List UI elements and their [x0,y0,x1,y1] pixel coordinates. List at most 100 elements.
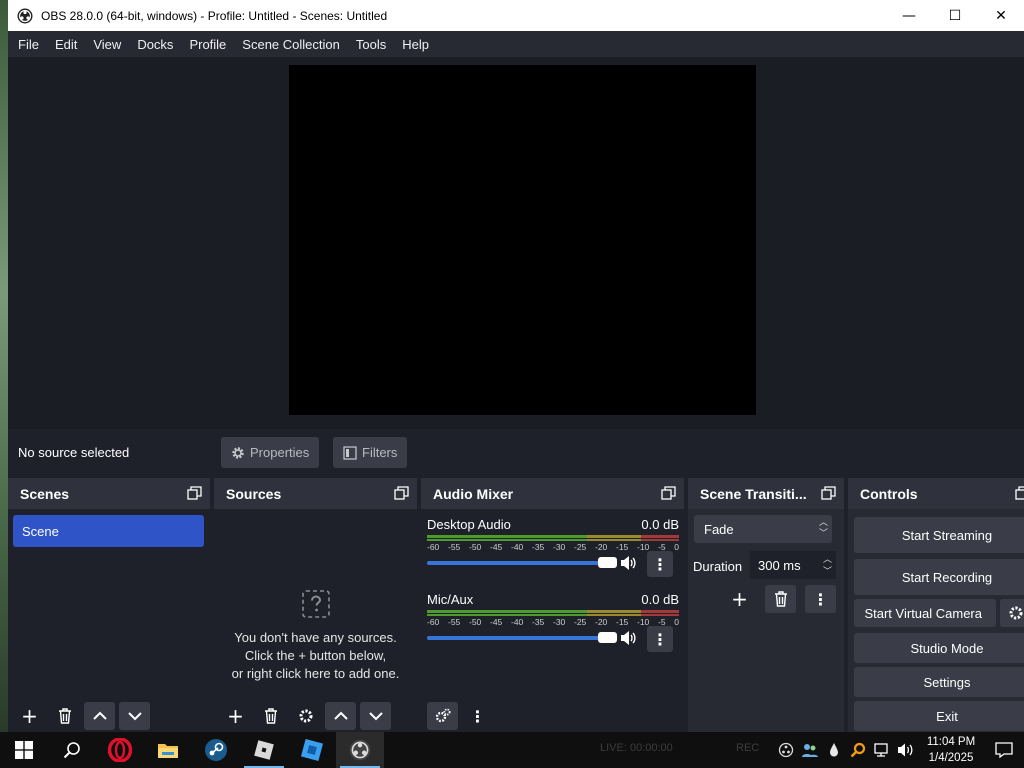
meter-ticks: -60 -55 -50 -45 -40 -35 -30 -25 -20 -15 -10 -5 0 [427,542,679,552]
speaker-icon[interactable] [619,554,637,572]
people-tray-icon[interactable] [798,732,822,768]
preview-area[interactable] [8,57,1024,429]
sources-list[interactable]: You don't have any sources. Click the + … [214,509,417,732]
menu-file[interactable]: File [10,37,47,52]
obs-logo-icon [778,742,794,758]
chevron-up-icon [333,711,348,720]
taskbar-clock[interactable]: 11:04 PM 1/4/2025 [918,734,984,766]
opera-browser-taskbar-icon[interactable] [96,732,144,768]
transition-properties-button[interactable]: ⋮ [805,585,836,613]
tick-label: -15 [616,617,629,627]
kebab-menu-icon: ⋮ [652,554,668,574]
volume-slider[interactable] [427,557,617,568]
exit-button[interactable]: Exit [854,701,1024,731]
menu-tools[interactable]: Tools [348,37,394,52]
menu-scene-collection[interactable]: Scene Collection [234,37,348,52]
undock-icon[interactable] [821,486,836,500]
start-recording-button[interactable]: Start Recording [854,559,1024,595]
undock-icon[interactable] [1015,486,1024,500]
menu-edit[interactable]: Edit [47,37,85,52]
file-explorer-taskbar-icon[interactable] [144,732,192,768]
close-button[interactable]: ✕ [978,0,1024,31]
slider-handle[interactable] [598,557,617,568]
search-icon [63,742,80,759]
mixer-menu-button[interactable]: ⋮ [462,702,493,730]
menu-profile[interactable]: Profile [181,37,234,52]
undock-icon[interactable] [187,486,202,500]
duration-spinbox[interactable]: 300 ms ︿ ﹀ [750,551,836,579]
tick-label: -60 [427,617,440,627]
menu-help[interactable]: Help [394,37,437,52]
virtual-camera-settings-button[interactable] [1000,599,1024,627]
volume-slider[interactable] [427,632,617,643]
sources-dock: Sources You don't have any sources. Clic… [214,478,417,732]
transition-select[interactable]: Fade ︿ ﹀ [694,515,832,543]
scenes-dock: Scenes Scene + [8,478,210,732]
move-source-up-button[interactable] [325,702,356,730]
trash-icon [58,708,71,724]
add-transition-button[interactable]: + [724,585,755,613]
search-button[interactable] [48,732,96,768]
tick-label: -35 [532,542,545,552]
audio-mixer-header: Audio Mixer [421,478,684,509]
start-virtual-camera-button[interactable]: Start Virtual Camera [854,599,996,627]
studio-mode-button[interactable]: Studio Mode [854,633,1024,663]
move-scene-down-button[interactable] [119,702,150,730]
spin-arrows-icon[interactable]: ︿ ﹀ [823,553,832,577]
minimize-button[interactable]: — [886,0,932,31]
undock-icon[interactable] [661,486,676,500]
tick-label: -20 [595,542,608,552]
slider-handle[interactable] [598,632,617,643]
obs-taskbar-icon[interactable] [336,732,384,768]
scene-list-item[interactable]: Scene [13,515,204,547]
roblox-studio-taskbar-icon[interactable] [288,732,336,768]
add-source-button[interactable]: + [220,702,251,730]
filters-button[interactable]: Filters [333,437,408,468]
volume-meter [427,610,679,616]
roblox-player-taskbar-icon[interactable] [240,732,288,768]
remove-scene-button[interactable] [49,702,80,730]
properties-button[interactable]: Properties [221,437,320,468]
desktop-background [0,0,8,732]
scenes-list[interactable]: Scene + [8,509,210,732]
maximize-button[interactable]: ☐ [932,0,978,31]
source-properties-button[interactable] [290,702,321,730]
volume-tray-icon[interactable] [894,732,918,768]
advanced-audio-button[interactable] [427,702,458,730]
scenes-title: Scenes [20,485,70,502]
audio-mixer-title: Audio Mixer [433,485,514,502]
gear-icon [1009,606,1023,620]
move-source-down-button[interactable] [360,702,391,730]
start-streaming-button[interactable]: Start Streaming [854,517,1024,553]
obs-tray-icon[interactable] [774,732,798,768]
channel-menu-button[interactable]: ⋮ [647,626,673,652]
drop-tray-icon[interactable] [822,732,846,768]
droplet-icon [830,743,838,757]
trash-icon [264,708,277,724]
add-scene-button[interactable]: + [14,702,45,730]
select-arrows-icon: ︿ ﹀ [818,517,828,538]
windows-logo-icon [15,741,33,759]
notifications-button[interactable] [984,732,1024,768]
empty-sources-line-3: or right click here to add one. [231,666,400,681]
network-tray-icon[interactable] [870,732,894,768]
transition-select-value: Fade [704,521,734,537]
steam-taskbar-icon[interactable] [192,732,240,768]
settings-button[interactable]: Settings [854,667,1024,697]
steam-icon [205,739,227,761]
speaker-icon[interactable] [619,629,637,647]
menu-view[interactable]: View [85,37,129,52]
remove-source-button[interactable] [255,702,286,730]
chevron-down-icon [127,712,142,721]
menu-docks[interactable]: Docks [129,37,181,52]
scene-transitions-title: Scene Transiti... [700,485,807,502]
preview-canvas[interactable] [289,65,756,415]
search-tray-icon[interactable] [846,732,870,768]
move-scene-up-button[interactable] [84,702,115,730]
remove-transition-button[interactable] [765,585,796,613]
tick-label: -40 [511,542,524,552]
start-button[interactable] [0,732,48,768]
tick-label: -25 [574,542,587,552]
undock-icon[interactable] [394,486,409,500]
channel-menu-button[interactable]: ⋮ [647,551,673,577]
